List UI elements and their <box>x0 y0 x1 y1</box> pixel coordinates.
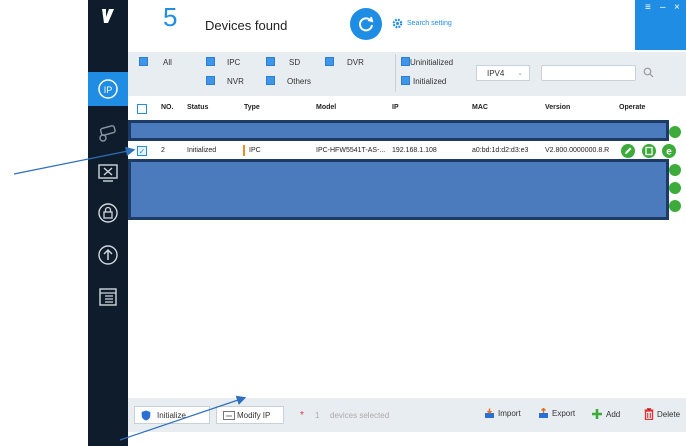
modify-ip-icon <box>223 411 235 420</box>
column-header-ip: IP <box>392 104 399 111</box>
cell-no: 2 <box>161 147 165 154</box>
ip-icon: IP <box>98 79 118 99</box>
filter-uninitialized-checkbox[interactable] <box>401 57 410 66</box>
cell-ip: 192.168.1.108 <box>392 147 437 154</box>
export-label: Export <box>552 409 576 418</box>
cell-status: Initialized <box>187 147 217 154</box>
selected-count: 1 <box>315 411 320 420</box>
column-header-model: Model <box>316 104 337 111</box>
column-header-mac: MAC <box>472 104 488 111</box>
column-header-no: NO. <box>161 104 174 111</box>
device-count: 5 <box>163 2 178 32</box>
redaction-box <box>128 159 669 220</box>
ip-version-select[interactable]: IPV4 ⌄ <box>476 65 530 81</box>
import-label: Import <box>498 409 521 418</box>
selected-text: devices selected <box>330 411 390 420</box>
document-list-icon <box>99 288 117 306</box>
filter-sd-checkbox[interactable] <box>266 57 275 66</box>
minimize-icon[interactable]: – <box>660 2 666 13</box>
column-header-status: Status <box>187 104 209 111</box>
export-icon <box>539 408 548 418</box>
filter-ipc-label: IPC <box>227 58 241 67</box>
type-marker <box>243 145 245 156</box>
filter-nvr-checkbox[interactable] <box>206 76 215 85</box>
modify-ip-button[interactable]: Modify IP <box>216 406 284 424</box>
svg-text:IP: IP <box>104 85 113 95</box>
filter-others-label: Others <box>287 77 312 86</box>
devices-found-label: Devices found <box>205 18 288 33</box>
sidebar-item-camera[interactable] <box>88 116 128 150</box>
filter-initialized-checkbox[interactable] <box>401 76 410 85</box>
export-button[interactable]: Export <box>538 408 575 419</box>
cell-mac: a0:bd:1d:d2:d3:e3 <box>472 147 529 154</box>
trash-icon <box>644 408 654 420</box>
tools-icon <box>98 164 118 182</box>
initialize-button[interactable]: Initialize <box>134 406 210 424</box>
import-button[interactable]: Import <box>484 408 521 419</box>
edit-icon[interactable] <box>621 144 635 158</box>
sidebar-item-upgrade[interactable] <box>88 238 128 272</box>
sidebar-item-ip-search[interactable]: IP <box>88 72 128 106</box>
select-all-checkbox[interactable] <box>137 104 147 114</box>
refresh-button[interactable] <box>350 8 382 40</box>
search-setting-link[interactable]: Search setting <box>392 18 452 29</box>
operate-icon[interactable] <box>669 126 681 138</box>
filter-dvr-label: DVR <box>347 58 364 67</box>
column-header-version: Version <box>545 104 571 111</box>
app-logo <box>88 4 128 28</box>
search-setting-label: Search setting <box>407 20 452 27</box>
filter-all-label: All <box>163 58 172 67</box>
search-icon[interactable] <box>643 67 654 80</box>
sidebar-item-logs[interactable] <box>88 280 128 314</box>
filter-nvr-label: NVR <box>227 77 244 86</box>
camera-settings-icon <box>99 125 116 142</box>
lock-refresh-icon <box>98 203 118 223</box>
filter-dvr-checkbox[interactable] <box>325 57 334 66</box>
column-header-operate: Operate <box>619 104 646 111</box>
upload-icon <box>98 245 118 265</box>
sidebar-item-security[interactable] <box>88 196 128 230</box>
import-icon <box>485 408 494 418</box>
menu-icon[interactable]: ≡ <box>645 2 651 13</box>
add-button[interactable]: Add <box>591 408 620 420</box>
delete-button[interactable]: Delete <box>644 408 680 420</box>
add-label: Add <box>606 409 621 419</box>
filter-uninitialized-label: Uninitialized <box>410 58 454 67</box>
chevron-down-icon: ⌄ <box>517 70 523 77</box>
operate-icon[interactable] <box>669 182 681 194</box>
window-controls: ≡ – × <box>635 0 686 50</box>
sidebar: IP <box>88 0 128 446</box>
row-checkbox[interactable]: ✓ <box>137 146 147 156</box>
filter-sd-label: SD <box>289 58 301 67</box>
cell-version: V2.800.0000000.8.R <box>545 147 610 154</box>
delete-label: Delete <box>657 409 681 419</box>
close-icon[interactable]: × <box>674 2 680 13</box>
filter-all-checkbox[interactable] <box>139 57 148 66</box>
operate-icon[interactable] <box>669 200 681 212</box>
initialize-label: Initialize <box>157 410 186 420</box>
filter-others-checkbox[interactable] <box>266 76 275 85</box>
redaction-box <box>128 120 669 141</box>
modify-ip-label: Modify IP <box>237 410 271 420</box>
plus-icon <box>592 409 602 419</box>
ip-version-value: IPV4 <box>487 69 505 78</box>
filter-ipc-checkbox[interactable] <box>206 57 215 66</box>
required-star: * <box>300 410 304 421</box>
filter-divider <box>395 54 396 92</box>
gear-icon <box>392 18 403 29</box>
cell-type: IPC <box>249 147 261 154</box>
refresh-icon <box>359 16 374 32</box>
cell-model: IPC-HFW5541T-AS-... <box>316 147 386 154</box>
column-header-type: Type <box>244 104 260 111</box>
web-browser-icon[interactable]: e <box>662 144 676 158</box>
details-icon[interactable] <box>642 144 656 158</box>
shield-icon <box>141 410 151 421</box>
svg-text:e: e <box>666 147 672 158</box>
filter-initialized-label: Initialized <box>413 77 447 86</box>
search-input[interactable] <box>541 65 636 81</box>
sidebar-item-tools[interactable] <box>88 156 128 190</box>
operate-icon[interactable] <box>669 164 681 176</box>
